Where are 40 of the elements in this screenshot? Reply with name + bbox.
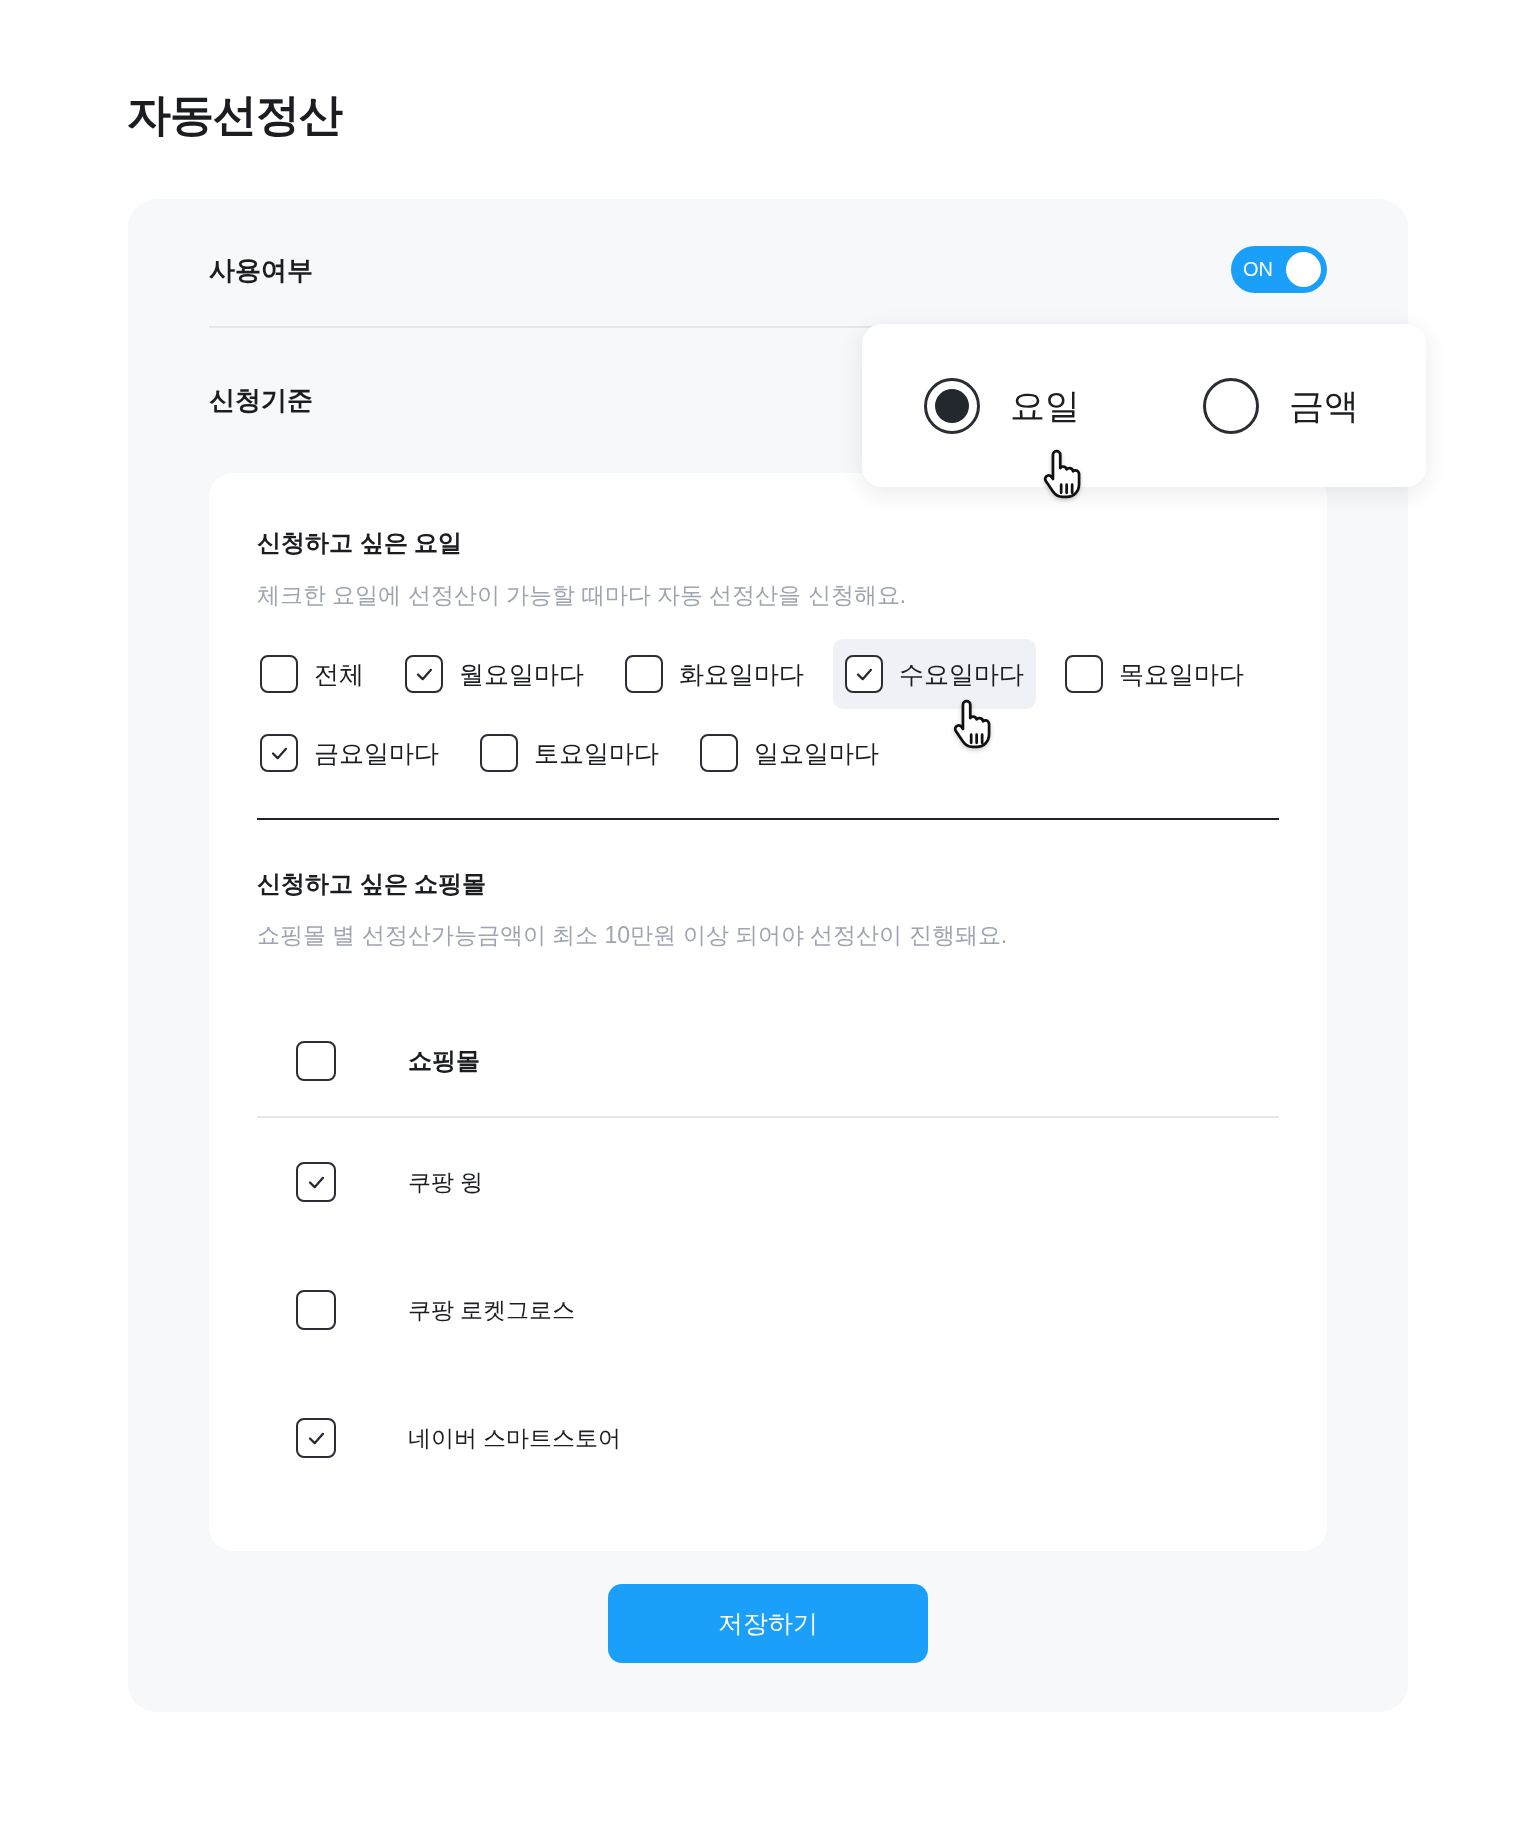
column-header: 쇼핑몰 — [408, 1046, 481, 1076]
checkbox[interactable] — [296, 1041, 336, 1081]
setting-label: 사용여부 — [209, 253, 313, 287]
checkbox-label[interactable]: 토요일마다 — [534, 736, 659, 770]
section-title: 신청하고 싶은 쇼핑몰 — [257, 869, 488, 899]
checkbox[interactable] — [845, 655, 883, 693]
check-icon — [307, 1175, 325, 1189]
checkbox-label[interactable]: 목요일마다 — [1119, 657, 1244, 691]
checkbox[interactable] — [700, 734, 738, 772]
checkbox[interactable] — [1065, 655, 1103, 693]
page-title: 자동선정산 — [127, 89, 342, 141]
checkbox[interactable] — [296, 1162, 336, 1202]
radio-label[interactable]: 요일 — [1010, 383, 1080, 428]
check-icon — [855, 667, 873, 681]
checkbox[interactable] — [625, 655, 663, 693]
checkbox[interactable] — [260, 655, 298, 693]
checkbox-label[interactable]: 화요일마다 — [679, 657, 804, 691]
section-description: 쇼핑몰 별 선정산가능금액이 최소 10만원 이상 되어야 선정산이 진행돼요. — [257, 921, 1009, 950]
checkbox-label[interactable]: 전체 — [314, 657, 364, 691]
radio-label[interactable]: 금액 — [1289, 383, 1359, 428]
section-title: 신청하고 싶은 요일 — [257, 528, 464, 558]
table-cell-text: 쿠팡 로켓그로스 — [408, 1296, 577, 1325]
checkbox-label[interactable]: 수요일마다 — [899, 657, 1024, 691]
checkbox[interactable] — [480, 734, 518, 772]
checkbox[interactable] — [405, 655, 443, 693]
checkbox[interactable] — [296, 1418, 336, 1458]
check-icon — [270, 746, 288, 760]
radio-button[interactable] — [1203, 377, 1259, 434]
radio-button[interactable] — [924, 377, 980, 434]
check-icon — [415, 667, 433, 681]
checkbox-label[interactable]: 금요일마다 — [314, 736, 439, 770]
checkbox-label[interactable]: 월요일마다 — [459, 657, 584, 691]
table-cell-text: 쿠팡 윙 — [408, 1168, 485, 1197]
table-cell-text: 네이버 스마트스토어 — [408, 1424, 623, 1453]
section-description: 체크한 요일에 선정산이 가능할 때마다 자동 선정산을 신청해요. — [257, 581, 908, 610]
checkbox[interactable] — [296, 1290, 336, 1330]
setting-label: 신청기준 — [209, 385, 313, 415]
check-icon — [307, 1431, 325, 1445]
checkbox[interactable] — [260, 734, 298, 772]
checkbox-label[interactable]: 일요일마다 — [754, 736, 879, 770]
